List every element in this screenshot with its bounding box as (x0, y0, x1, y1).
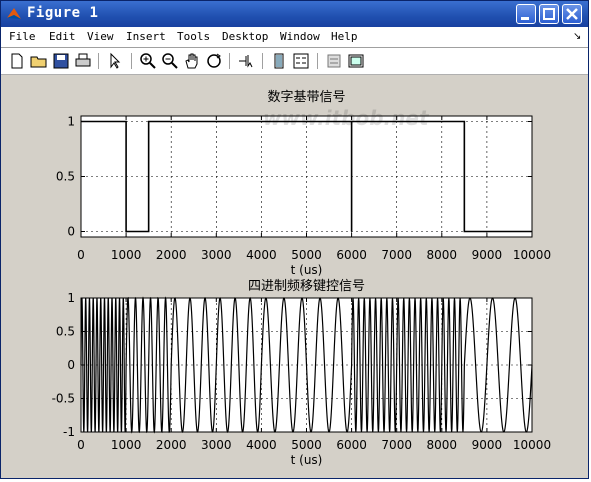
figure-window: Figure 1 File Edit View Insert Tools Des… (0, 0, 589, 479)
x-tick-label: 9000 (472, 248, 503, 262)
x-tick-label: 1000 (111, 248, 142, 262)
toolbar-separator (98, 53, 99, 69)
window-title: Figure 1 (27, 5, 99, 21)
toolbar-separator (131, 53, 132, 69)
menu-desktop[interactable]: Desktop (222, 30, 268, 43)
x-tick-label: 2000 (156, 438, 187, 452)
menu-view[interactable]: View (87, 30, 114, 43)
plot-area: 0 1000 2000 3000 4000 5000 6000 7000 8000 9000 100… (52, 90, 552, 467)
data-cursor-icon[interactable] (236, 51, 256, 71)
minimize-button[interactable] (516, 4, 536, 24)
x-tick-label: 7000 (381, 438, 412, 452)
figure-canvas: 0 1000 2000 3000 4000 5000 6000 7000 8000 9000 100… (1, 75, 588, 478)
save-icon[interactable] (51, 51, 71, 71)
y-tick-label: -0.5 (52, 392, 75, 406)
x-tick-label: 5000 (291, 438, 322, 452)
dock-arrow-icon[interactable]: ↘ (573, 31, 581, 42)
zoom-in-icon[interactable] (138, 51, 158, 71)
menu-help[interactable]: Help (331, 30, 358, 43)
open-folder-icon[interactable] (29, 51, 49, 71)
menu-file[interactable]: File (9, 30, 36, 43)
toolbar-separator (317, 53, 318, 69)
axes-2: 0 1000 2000 3000 4000 5000 6000 7000 8000 9000 100… (52, 279, 552, 467)
x-tick-label: 9000 (472, 438, 503, 452)
y-tick-label: 0.5 (56, 170, 75, 184)
x-tick-label: 4000 (246, 438, 277, 452)
y-tick-label: 0.5 (56, 325, 75, 339)
x-tick-label: 3000 (201, 248, 232, 262)
y-tick-label: 0 (67, 225, 75, 239)
x-tick-label: 10000 (513, 438, 551, 452)
y-tick-label: 1 (67, 115, 75, 129)
y-tick-label: 1 (67, 291, 75, 305)
zoom-out-icon[interactable] (160, 51, 180, 71)
x-tick-label: 8000 (427, 248, 458, 262)
close-button[interactable] (562, 4, 582, 24)
x-tick-label: 10000 (513, 248, 551, 262)
colorbar-icon[interactable] (269, 51, 289, 71)
watermark-text: www.itbob.net (263, 106, 430, 130)
title-bar[interactable]: Figure 1 (1, 1, 588, 27)
x-tick-label: 6000 (336, 248, 367, 262)
x-tick-label: 6000 (336, 438, 367, 452)
matlab-icon (7, 8, 21, 19)
x-axis-label: t (us) (291, 263, 323, 277)
print-icon[interactable] (73, 51, 93, 71)
new-file-icon[interactable] (7, 51, 27, 71)
menu-insert[interactable]: Insert (126, 30, 166, 43)
menu-bar: File Edit View Insert Tools Desktop Wind… (1, 27, 588, 48)
menu-window[interactable]: Window (280, 30, 320, 43)
close-icon (566, 8, 578, 20)
x-tick-label: 0 (77, 438, 85, 452)
y-tick-label: -1 (63, 425, 75, 439)
edit-arrow-icon[interactable] (105, 51, 125, 71)
x-tick-label: 2000 (156, 248, 187, 262)
toolbar-separator (262, 53, 263, 69)
y-tick-label: 0 (67, 358, 75, 372)
x-tick-label: 7000 (381, 248, 412, 262)
x-tick-label: 1000 (111, 438, 142, 452)
maximize-icon (543, 8, 555, 20)
x-tick-label: 5000 (291, 248, 322, 262)
axes-title: 四进制频移键控信号 (248, 279, 365, 294)
show-plot-tools-icon[interactable] (346, 51, 366, 71)
menu-edit[interactable]: Edit (49, 30, 76, 43)
rotate-3d-icon[interactable] (204, 51, 224, 71)
x-tick-label: 4000 (246, 248, 277, 262)
x-tick-label: 8000 (427, 438, 458, 452)
x-axis-label: t (us) (291, 453, 323, 467)
hide-plot-tools-icon[interactable] (324, 51, 344, 71)
toolbar (1, 48, 588, 75)
axes-title: 数字基带信号 (267, 90, 345, 105)
legend-icon[interactable] (291, 51, 311, 71)
x-tick-label: 3000 (201, 438, 232, 452)
pan-hand-icon[interactable] (182, 51, 202, 71)
maximize-button[interactable] (539, 4, 559, 24)
menu-tools[interactable]: Tools (177, 30, 210, 43)
toolbar-separator (229, 53, 230, 69)
x-tick-label: 0 (77, 248, 85, 262)
minimize-icon (521, 17, 529, 20)
